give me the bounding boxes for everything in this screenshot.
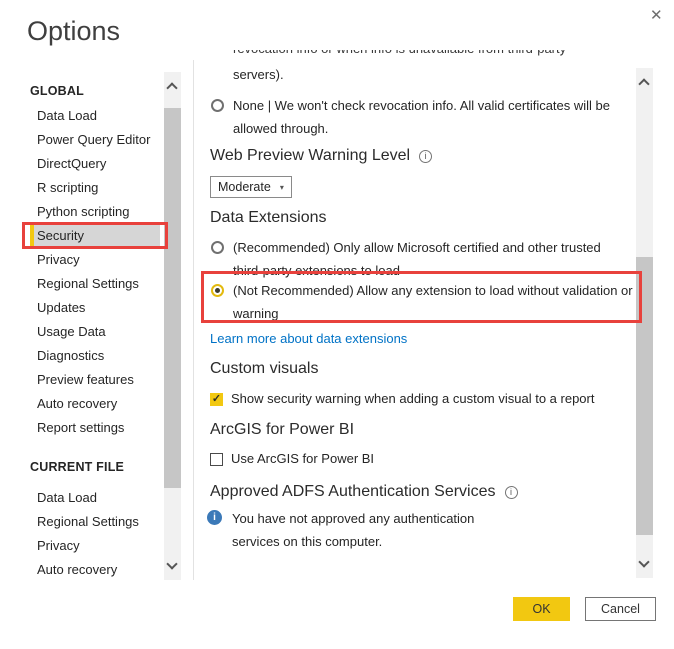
info-filled-icon: i [207, 510, 222, 525]
sidebar-item-data-load[interactable]: Data Load [28, 104, 160, 128]
adfs-heading-text: Approved ADFS Authentication Services [210, 483, 496, 501]
sidebar: GLOBAL Data Load Power Query Editor Dire… [28, 78, 160, 582]
content-scrollbar-thumb[interactable] [636, 257, 653, 535]
security-warning-checkbox[interactable]: ✓ [210, 393, 223, 406]
adfs-info-line2: services on this computer. [232, 534, 382, 549]
sidebar-section-current-file: CURRENT FILE [28, 454, 160, 480]
sidebar-scrollbar-thumb[interactable] [164, 108, 181, 488]
none-radio-line1: None | We won't check revocation info. A… [233, 98, 610, 113]
sidebar-content-divider [193, 60, 194, 580]
sidebar-item-cf-regional-settings[interactable]: Regional Settings [28, 510, 160, 534]
sidebar-item-auto-recovery[interactable]: Auto recovery [28, 392, 160, 416]
adfs-info-line1: You have not approved any authentication [232, 511, 474, 526]
chevron-up-icon[interactable] [166, 82, 177, 93]
recommended-extensions-radio[interactable] [211, 241, 224, 254]
sidebar-item-power-query-editor[interactable]: Power Query Editor [28, 128, 160, 152]
learn-more-link[interactable]: Learn more about data extensions [210, 331, 407, 346]
none-radio[interactable] [211, 99, 224, 112]
sidebar-item-usage-data[interactable]: Usage Data [28, 320, 160, 344]
sidebar-item-diagnostics[interactable]: Diagnostics [28, 344, 160, 368]
sidebar-item-r-scripting[interactable]: R scripting [28, 176, 160, 200]
clipped-text-line: revocation info or when info is unavaila… [233, 50, 628, 61]
dropdown-selected-value: Moderate [218, 180, 271, 194]
web-preview-heading-text: Web Preview Warning Level [210, 147, 410, 165]
recommended-line2: third-party extensions to load [233, 263, 400, 278]
not-recommended-extensions-radio[interactable] [211, 284, 224, 297]
sidebar-gap [28, 440, 160, 454]
info-icon[interactable]: i [419, 150, 432, 163]
sidebar-item-security[interactable]: Security [30, 224, 160, 248]
chevron-down-icon: ▾ [280, 183, 284, 192]
recommended-extensions-label[interactable]: (Recommended) Only allow Microsoft certi… [233, 236, 674, 282]
none-radio-label[interactable]: None | We won't check revocation info. A… [233, 94, 674, 140]
chevron-down-icon[interactable] [166, 558, 177, 569]
certificate-text-continuation: servers). [233, 63, 284, 86]
sidebar-item-regional-settings[interactable]: Regional Settings [28, 272, 160, 296]
chevron-down-icon[interactable] [638, 556, 649, 567]
arcgis-heading: ArcGIS for Power BI [210, 421, 354, 439]
security-warning-checkbox-label[interactable]: Show security warning when adding a cust… [231, 391, 594, 406]
sidebar-item-python-scripting[interactable]: Python scripting [28, 200, 160, 224]
custom-visuals-heading: Custom visuals [210, 360, 318, 378]
cancel-button[interactable]: Cancel [585, 597, 656, 621]
content-scrollbar[interactable] [636, 68, 653, 578]
not-recommended-extensions-label[interactable]: (Not Recommended) Allow any extension to… [233, 279, 674, 325]
recommended-line1: (Recommended) Only allow Microsoft certi… [233, 240, 601, 255]
use-arcgis-checkbox-label[interactable]: Use ArcGIS for Power BI [231, 451, 374, 466]
adfs-heading: Approved ADFS Authentication Services i [210, 483, 518, 501]
web-preview-level-dropdown[interactable]: Moderate ▾ [210, 176, 292, 198]
ok-button[interactable]: OK [513, 597, 570, 621]
sidebar-scrollbar[interactable] [164, 72, 181, 580]
web-preview-heading: Web Preview Warning Level i [210, 147, 432, 165]
sidebar-item-cf-data-load[interactable]: Data Load [28, 486, 160, 510]
data-extensions-heading: Data Extensions [210, 209, 327, 227]
info-icon[interactable]: i [505, 486, 518, 499]
sidebar-item-privacy[interactable]: Privacy [28, 248, 160, 272]
none-radio-line2: allowed through. [233, 121, 328, 136]
sidebar-item-preview-features[interactable]: Preview features [28, 368, 160, 392]
page-title: Options [27, 16, 120, 47]
options-dialog: Options ✕ GLOBAL Data Load Power Query E… [0, 0, 674, 649]
use-arcgis-checkbox[interactable] [210, 453, 223, 466]
sidebar-item-directquery[interactable]: DirectQuery [28, 152, 160, 176]
chevron-up-icon[interactable] [638, 78, 649, 89]
not-recommended-line1: (Not Recommended) Allow any extension to… [233, 283, 633, 298]
sidebar-item-updates[interactable]: Updates [28, 296, 160, 320]
sidebar-item-cf-privacy[interactable]: Privacy [28, 534, 160, 558]
sidebar-section-global: GLOBAL [28, 78, 160, 104]
sidebar-item-report-settings[interactable]: Report settings [28, 416, 160, 440]
not-recommended-line2: warning [233, 306, 279, 321]
close-icon[interactable]: ✕ [644, 2, 669, 28]
adfs-info-text: You have not approved any authentication… [232, 507, 532, 553]
sidebar-item-cf-auto-recovery[interactable]: Auto recovery [28, 558, 160, 582]
sidebar-current-file-list: Data Load Regional Settings Privacy Auto… [28, 486, 160, 582]
